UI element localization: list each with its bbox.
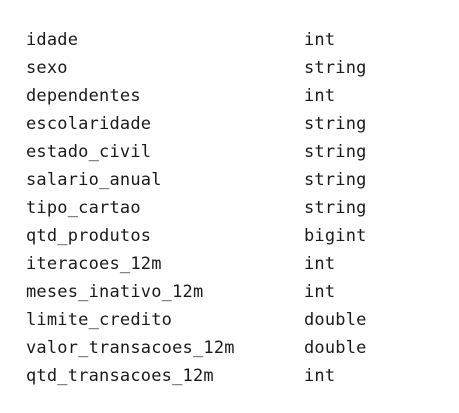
schema-row: idade int (26, 26, 446, 54)
column-name: sexo (26, 58, 68, 78)
column-name: valor_transacoes_12m (26, 338, 235, 358)
schema-row: sexo string (26, 54, 446, 82)
schema-row: salario_anual string (26, 166, 446, 194)
column-type: string (304, 142, 367, 162)
column-name: escolaridade (26, 114, 152, 134)
column-type: double (304, 310, 367, 330)
column-type: string (304, 58, 367, 78)
schema-row: limite_credito double (26, 306, 446, 334)
column-type: int (304, 282, 336, 302)
column-name: qtd_transacoes_12m (26, 366, 214, 386)
column-name: tipo_cartao (26, 198, 141, 218)
column-name: dependentes (26, 86, 141, 106)
column-name: estado_civil (26, 142, 152, 162)
schema-row: dependentes int (26, 82, 446, 110)
column-type: int (304, 366, 336, 386)
column-type: int (304, 254, 336, 274)
schema-row: qtd_transacoes_12m int (26, 362, 446, 390)
schema-table: idade int sexo string dependentes int es… (26, 26, 446, 390)
schema-row: estado_civil string (26, 138, 446, 166)
column-type: double (304, 338, 367, 358)
column-name: limite_credito (26, 310, 173, 330)
schema-row: escolaridade string (26, 110, 446, 138)
column-type: int (304, 86, 336, 106)
column-name: salario_anual (26, 170, 162, 190)
schema-row: qtd_produtos bigint (26, 222, 446, 250)
column-type: int (304, 30, 336, 50)
column-type: string (304, 114, 367, 134)
schema-row: tipo_cartao string (26, 194, 446, 222)
schema-row: meses_inativo_12m int (26, 278, 446, 306)
schema-row: valor_transacoes_12m double (26, 334, 446, 362)
column-type: bigint (304, 226, 367, 246)
column-name: meses_inativo_12m (26, 282, 204, 302)
column-name: iteracoes_12m (26, 254, 162, 274)
column-name: qtd_produtos (26, 226, 152, 246)
schema-row: iteracoes_12m int (26, 250, 446, 278)
column-type: string (304, 198, 367, 218)
column-type: string (304, 170, 367, 190)
column-name: idade (26, 30, 79, 50)
